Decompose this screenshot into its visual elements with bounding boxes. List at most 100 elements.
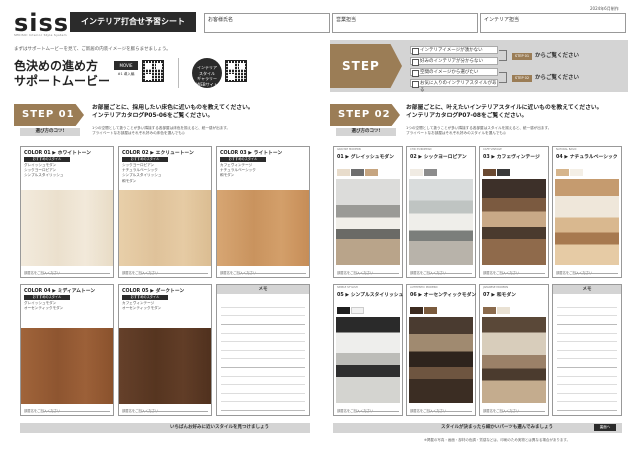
palette-swatch [497,307,510,314]
go-step02-tag: STEP 02 [512,75,532,82]
check-unknown-preference[interactable]: 好みのインテリアが分からない [410,57,498,66]
step01-memo-box[interactable]: メモ [216,284,310,416]
step01-desc-line2: インテリアカタログP05-06をご覧ください。 [92,113,214,119]
intro-text: まずはサポートムービーを見て、ご新居の内装イメージを膨らませましょう。 [14,47,171,52]
step02-hint-line2: プライベートなお部屋はそれぞれ好みのスタイルを選んでも◎ [406,131,506,135]
style-card-02[interactable]: CHIC EUROPEAN 02 ▶ シックヨーロピアン 部屋名をご記入ください [406,146,476,278]
step02-memo-box[interactable]: メモ [552,284,622,416]
palette-swatch [337,307,350,314]
step00-label: STEP 00 [330,44,402,88]
style-en-name: CHIC EUROPEAN [410,148,432,151]
room-name-line[interactable] [141,411,208,412]
color-card-title: COLOR 05 ▶ ダークトーン [122,289,185,294]
step02-desc-line1: お部屋ごとに、叶えたいインテリアスタイルに近いものを教えてください。 [406,105,603,111]
color-card-04[interactable]: COLOR 04 ▶ ミディアムトーン おすすめのスタイル グレイッシュモダンオ… [20,284,114,416]
room-name-line[interactable] [356,273,399,274]
bracket-step02 [499,72,507,83]
gallery-badge-line4: WEBサイト [196,81,218,87]
floor-swatch-ecru [119,190,211,266]
sales-rep-field[interactable]: 営業担当 [332,13,478,33]
step02-label: STEP 02 [330,104,400,126]
step02-hint: 1つの空間として扱うことが多い隣接する各部屋はスタイルを揃えると、統一感が出ます… [406,126,628,136]
floor-swatch-dark [119,328,211,404]
room-name-line[interactable] [575,273,618,274]
color-card-title: COLOR 01 ▶ ホワイトトーン [24,151,91,156]
color-card-01[interactable]: COLOR 01 ▶ ホワイトトーン おすすめのスタイル グレイッシュモダン シッ… [20,146,114,278]
palette-swatch [570,169,583,176]
room-name-line[interactable] [502,411,545,412]
room-name-line[interactable] [502,273,545,274]
room-name-line[interactable] [429,273,472,274]
color-card-03[interactable]: COLOR 03 ▶ ライトトーン おすすめのスタイル カフェヴィンテージ ナチュ… [216,146,310,278]
support-movie-title-line2: サポートムービー [14,74,111,88]
go-step01-text: からご覧ください [535,53,580,59]
style-card-title: 01 ▶ グレイッシュモダン [337,155,394,160]
room-name-line[interactable] [43,411,110,412]
movie-qr-code-icon[interactable] [142,60,164,82]
memo-lines[interactable] [221,299,305,411]
floor-swatch-medium [21,328,113,404]
style-card-05[interactable]: SIMPLE STYLISH 05 ▶ シンプルスタイリッシュ 部屋名をご記入く… [333,284,403,416]
movie-badge: MOVIE [114,61,138,70]
color-card-05[interactable]: COLOR 05 ▶ ダークトーン おすすめのスタイル カフェヴィンテージ オーセ… [118,284,212,416]
style-en-name: JAPANESE MODERN [483,286,509,289]
recommended-style-label: おすすめのスタイル [122,157,168,162]
style-en-name: GRAYISH MODERN [337,148,361,151]
support-movie-title-line1: 色決めの進め方 [14,59,99,73]
step02-bottom-bar: スタイルが決まったら細かいパーツも選んでみましょう [333,423,622,433]
palette-swatch [410,307,423,314]
color-card-02[interactable]: COLOR 02 ▶ エクリュートーン おすすめのスタイル シックヨーロピアンナ… [118,146,212,278]
recommended-style-label: おすすめのスタイル [220,157,266,162]
palette-swatch [497,169,510,176]
recommended-style-list: カフェヴィンテージ ナチュラルベーシック 和モダン [220,163,256,178]
style-en-name: NATURAL BASIC [556,148,577,151]
check-favorite-style[interactable]: お気に入りのインテリアスタイルがある [410,79,498,93]
go-step02-text: からご覧ください [535,75,580,81]
step02-tip-badge: 選び方のコツ! [336,128,396,136]
room-name-line[interactable] [356,411,399,412]
style-card-title: 02 ▶ シックヨーロピアン [410,155,467,160]
customer-name-label: お客様氏名 [208,17,234,23]
step01-desc-line1: お部屋ごとに、採用したい床色に近いものを教えてください。 [92,105,254,111]
style-en-name: AUTHENTIC MODERN [410,286,438,289]
style-card-06[interactable]: AUTHENTIC MODERN 06 ▶ オーセンティックモダン 部屋名をご記… [406,284,476,416]
room-name-line[interactable] [43,273,110,274]
memo-title: メモ [553,285,621,294]
gallery-badge: インテリア スタイル ギャラリー WEBサイト [192,58,222,88]
style-card-04[interactable]: NATURAL BASIC 04 ▶ ナチュラルベーシック 部屋名をご記入くださ… [552,146,622,278]
style-card-title: 03 ▶ カフェヴィンテージ [483,155,540,160]
style-photo-grayish-modern [336,179,400,265]
style-card-03[interactable]: CAFE VINTAGE 03 ▶ カフェヴィンテージ 部屋名をご記入ください [479,146,549,278]
room-name-line[interactable] [141,273,208,274]
step01-hint-line2: プライベートなお部屋はそれぞれ好みの床色を選んでも◎ [92,131,185,135]
palette-swatch [365,169,378,176]
palette-swatch [483,307,496,314]
style-card-07[interactable]: JAPANESE MODERN 07 ▶ 和モダン 部屋名をご記入ください [479,284,549,416]
style-photo-cafe-vintage [482,179,546,265]
step01-hint: 1つの空間として扱うことが多い隣接する各部屋は床色を揃えると、統一感が出ます。 … [92,126,312,136]
floor-swatch-white [21,190,113,266]
support-movie-title: 色決めの進め方 サポートムービー [14,59,110,89]
style-card-01[interactable]: GRAYISH MODERN 01 ▶ グレイッシュモダン 部屋名をご記入くださ… [333,146,403,278]
customer-name-field[interactable]: お客様氏名 [204,13,330,33]
color-card-title: COLOR 02 ▶ エクリュートーン [122,151,194,156]
palette-swatch [351,169,364,176]
issue-date: 2024年6月制作 [590,6,619,11]
style-card-title: 06 ▶ オーセンティックモダン [410,293,477,298]
room-name-line[interactable] [429,411,472,412]
recommended-style-list: グレイッシュモダン オーセンティックモダン [24,301,64,311]
sales-rep-label: 営業担当 [336,17,357,23]
step02-description: お部屋ごとに、叶えたいインテリアスタイルに近いものを教えてください。 インテリア… [406,104,628,120]
gallery-qr-code-icon[interactable] [225,60,247,82]
check-no-image[interactable]: インテリアイメージが湧かない [410,46,498,55]
recommended-style-list: グレイッシュモダン シックヨーロピアン シンプルスタイリッシュ [24,163,64,178]
check-choose-by-space[interactable]: 空間のイメージから選びたい [410,68,498,77]
memo-lines[interactable] [557,299,617,411]
style-photo-simple-stylish [336,317,400,403]
disclaimer-note: ※掲載の写真・画面・部材の色調・質感などは、印刷のため実物とは異なる場合がありま… [424,438,571,442]
room-name-line[interactable] [239,273,306,274]
interior-rep-field[interactable]: インテリア担当 [480,13,626,33]
step01-bottom-bar: いちばんお好みに近いスタイルを見つけましょう [20,423,310,433]
style-photo-authentic-modern [409,317,473,403]
style-en-name: SIMPLE STYLISH [337,286,358,289]
